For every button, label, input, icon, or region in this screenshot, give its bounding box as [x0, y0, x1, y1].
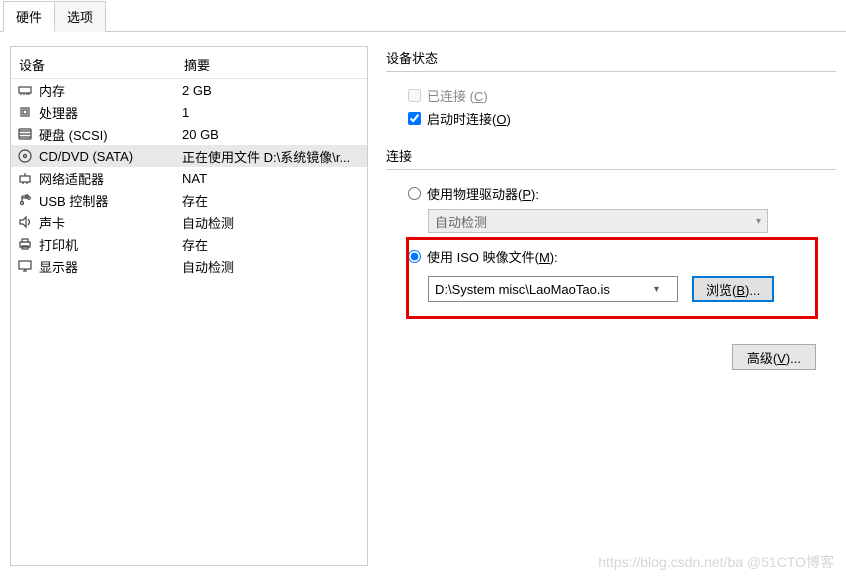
- device-row[interactable]: 内存2 GB: [11, 79, 367, 101]
- checkbox-connect-at-poweron-input[interactable]: [408, 112, 421, 125]
- device-list-header: 设备 摘要: [11, 53, 367, 79]
- column-device: 设备: [19, 55, 184, 74]
- device-label: CD/DVD (SATA): [39, 149, 182, 164]
- device-label: 声卡: [39, 213, 182, 232]
- chevron-down-icon: ▾: [654, 284, 659, 295]
- device-summary: 存在: [182, 235, 361, 254]
- connection-group-title: 连接: [386, 146, 836, 165]
- status-group: 已连接 (C) 启动时连接(O): [386, 71, 836, 146]
- advanced-button[interactable]: 高级(V)...: [732, 344, 816, 370]
- device-label: 处理器: [39, 103, 182, 122]
- radio-use-iso-input[interactable]: [408, 250, 421, 263]
- device-row[interactable]: 声卡自动检测: [11, 211, 367, 233]
- memory-icon: [17, 82, 33, 98]
- tab-bar: 硬件 选项: [0, 0, 846, 32]
- device-summary: 1: [182, 105, 361, 120]
- display-icon: [17, 258, 33, 274]
- iso-path-input[interactable]: D:\System misc\LaoMaoTao.is ▾: [428, 276, 678, 302]
- browse-button[interactable]: 浏览(B)...: [692, 276, 774, 302]
- checkbox-connect-at-poweron[interactable]: 启动时连接(O): [408, 109, 836, 128]
- device-summary: 2 GB: [182, 83, 361, 98]
- settings-panel: 设备状态 已连接 (C) 启动时连接(O) 连接 使用物理驱动器(P): 自动检…: [386, 46, 836, 566]
- column-summary: 摘要: [184, 55, 210, 74]
- sound-icon: [17, 214, 33, 230]
- device-summary: NAT: [182, 171, 361, 186]
- device-row[interactable]: CD/DVD (SATA)正在使用文件 D:\系统镜像\r...: [11, 145, 367, 167]
- device-label: 内存: [39, 81, 182, 100]
- device-label: 显示器: [39, 257, 182, 276]
- device-list-panel: 设备 摘要 内存2 GB处理器1硬盘 (SCSI)20 GBCD/DVD (SA…: [10, 46, 368, 566]
- device-label: USB 控制器: [39, 191, 182, 210]
- tab-options[interactable]: 选项: [54, 1, 106, 32]
- printer-icon: [17, 236, 33, 252]
- physical-drive-select[interactable]: 自动检测 ▾: [428, 209, 768, 233]
- device-summary: 自动检测: [182, 257, 361, 276]
- device-row[interactable]: 处理器1: [11, 101, 367, 123]
- disk-icon: [17, 126, 33, 142]
- chevron-down-icon: ▾: [756, 216, 761, 227]
- device-row[interactable]: USB 控制器存在: [11, 189, 367, 211]
- device-label: 网络适配器: [39, 169, 182, 188]
- device-label: 打印机: [39, 235, 182, 254]
- device-row[interactable]: 显示器自动检测: [11, 255, 367, 277]
- device-summary: 存在: [182, 191, 361, 210]
- checkbox-connected-input: [408, 89, 421, 102]
- status-group-title: 设备状态: [386, 48, 836, 67]
- iso-path-value: D:\System misc\LaoMaoTao.is: [435, 282, 610, 297]
- cd-icon: [17, 148, 33, 164]
- device-row[interactable]: 打印机存在: [11, 233, 367, 255]
- device-summary: 正在使用文件 D:\系统镜像\r...: [182, 147, 361, 166]
- network-icon: [17, 170, 33, 186]
- tab-hardware[interactable]: 硬件: [3, 1, 55, 32]
- checkbox-connected: 已连接 (C): [408, 86, 836, 105]
- connection-group: 使用物理驱动器(P): 自动检测 ▾ 使用 ISO 映像文件(M): D:\Sy…: [386, 169, 836, 316]
- device-row[interactable]: 硬盘 (SCSI)20 GB: [11, 123, 367, 145]
- device-row[interactable]: 网络适配器NAT: [11, 167, 367, 189]
- radio-physical-drive[interactable]: 使用物理驱动器(P):: [408, 184, 836, 203]
- cpu-icon: [17, 104, 33, 120]
- radio-physical-drive-input[interactable]: [408, 187, 421, 200]
- device-summary: 自动检测: [182, 213, 361, 232]
- usb-icon: [17, 192, 33, 208]
- physical-drive-select-value: 自动检测: [435, 212, 487, 231]
- device-label: 硬盘 (SCSI): [39, 125, 182, 144]
- device-summary: 20 GB: [182, 127, 361, 142]
- radio-use-iso[interactable]: 使用 ISO 映像文件(M):: [408, 247, 836, 266]
